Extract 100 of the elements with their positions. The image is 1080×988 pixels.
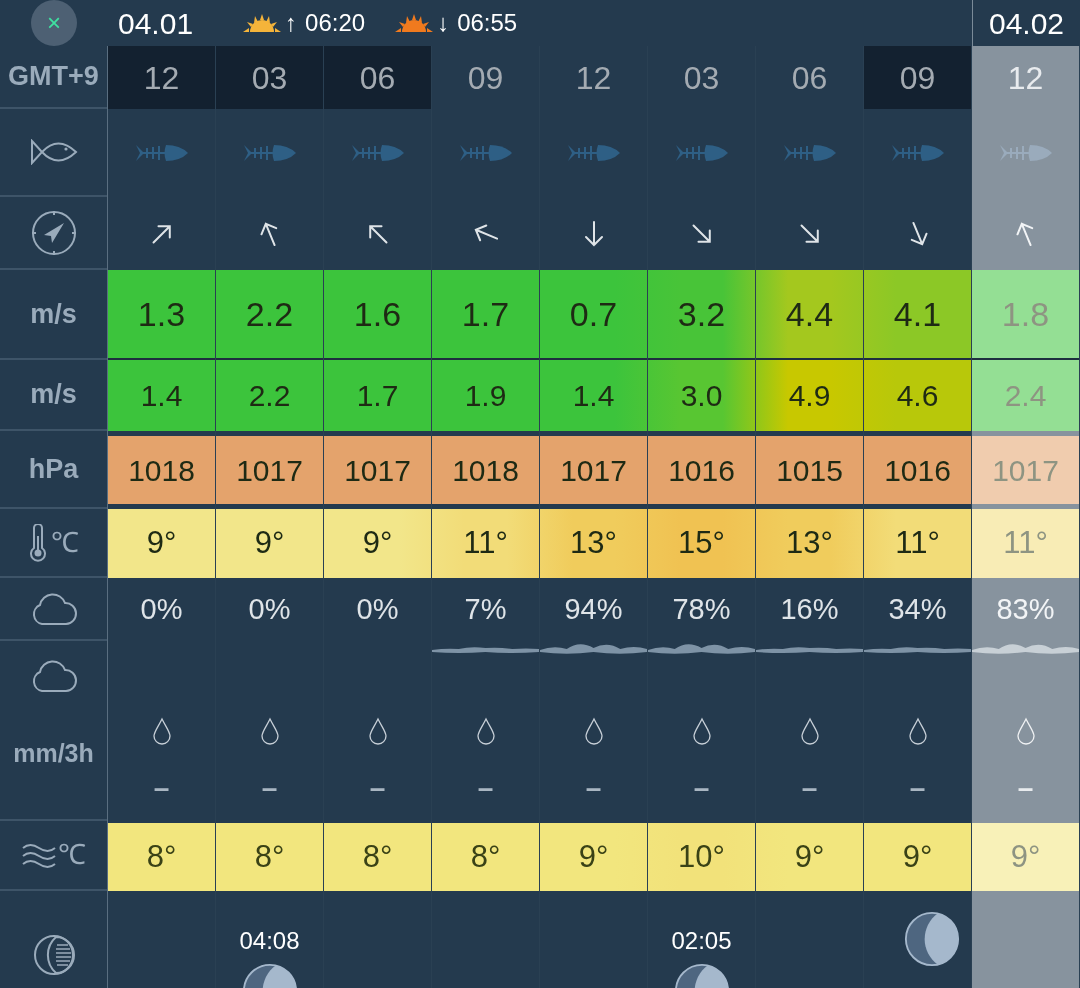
cloud-cover-cell-text: 7%: [463, 591, 508, 627]
wind-speed-cell: 2.2: [216, 270, 323, 360]
pressure-cell: 1017: [540, 436, 647, 504]
cloud-cover-cell-text: 94%: [563, 591, 624, 627]
compass-icon: [29, 208, 78, 257]
precipitation-value: –: [1017, 771, 1034, 805]
temperature-unit-label: ℃: [50, 525, 79, 560]
raindrop-icon: [583, 717, 604, 745]
wind-speed-cell: 1.7: [432, 270, 539, 360]
wind-speed-cell: 4.1: [864, 270, 971, 360]
wind-gust-cell: 2.2: [216, 360, 323, 431]
moon-phase-icon: [31, 933, 76, 977]
raindrop-icon: [691, 717, 712, 745]
water-temperature-cell: 9°: [540, 823, 647, 891]
close-button[interactable]: ×: [31, 0, 77, 46]
precipitation-unit-label: mm/3h: [13, 738, 94, 769]
cloud-cover-cell-text: 16%: [779, 591, 840, 627]
pressure-cell: 1018: [108, 436, 215, 504]
temperature-cell: 9°: [324, 509, 431, 578]
hour-cell: 09: [864, 46, 971, 109]
wind-gust-cell: 1.9: [432, 360, 539, 431]
water-temperature-cell: 8°: [324, 823, 431, 891]
fish-bone-icon: [891, 143, 944, 163]
fish-bone-icon: [459, 143, 512, 163]
water-temperature-cell: 8°: [108, 823, 215, 891]
raindrop-icon: [1015, 717, 1036, 745]
precipitation-value: –: [801, 771, 818, 805]
fish-bone-icon: [567, 143, 620, 163]
wind-gust-cell: 1.4: [108, 360, 215, 431]
water-temperature-cell: 10°: [648, 823, 755, 891]
wind-gust-cell: 1.4: [540, 360, 647, 431]
pressure-cell: 1017: [216, 436, 323, 504]
temperature-cell: 13°: [756, 509, 863, 578]
precipitation-value: –: [585, 771, 602, 805]
wind-speed-cell: 1.6: [324, 270, 431, 360]
sunset-time: 06:55: [457, 8, 518, 38]
wind-speed-cell: 0.7: [540, 270, 647, 360]
temperature-cell: 11°: [972, 509, 1079, 578]
precipitation-value: –: [369, 771, 386, 805]
fish-icon: [29, 139, 78, 165]
pressure-unit-label: hPa: [28, 452, 79, 486]
pressure-cell: 1018: [432, 436, 539, 504]
cloud-cover-cell-text: 83%: [995, 591, 1056, 627]
wind-gust-cell: 4.9: [756, 360, 863, 431]
raindrop-icon: [799, 717, 820, 745]
wind-unit-label: m/s: [30, 297, 77, 331]
fish-bone-icon: [243, 143, 296, 163]
wind-speed-cell: 1.8: [972, 270, 1079, 360]
water-temperature-unit-label: ℃: [57, 838, 86, 872]
temperature-cell: 15°: [648, 509, 755, 578]
raindrop-icon: [259, 717, 280, 745]
timezone-label: GMT+9: [8, 60, 99, 94]
precipitation-value: –: [153, 771, 170, 805]
fish-bone-icon: [675, 143, 728, 163]
temperature-cell: 13°: [540, 509, 647, 578]
wind-gust-cell: 2.4: [972, 360, 1079, 431]
temperature-cell: 9°: [216, 509, 323, 578]
date-label: 04.01: [118, 5, 194, 42]
precipitation-value: –: [477, 771, 494, 805]
pressure-cell: 1015: [756, 436, 863, 504]
cloud-cover-cell-text: 34%: [887, 591, 948, 627]
pressure-cell: 1016: [648, 436, 755, 504]
cloud-cover-cell-text: 0%: [247, 591, 292, 627]
sunrise-icon: [243, 14, 282, 32]
fish-bone-icon: [351, 143, 404, 163]
moonrise-time: 02:05: [671, 926, 732, 956]
sunrise-time: 06:20: [305, 8, 366, 38]
raindrop-icon: [907, 717, 928, 745]
wind-gust-cell: 3.0: [648, 360, 755, 431]
fish-bone-icon: [783, 143, 836, 163]
moonrise-time: 04:08: [239, 926, 300, 956]
water-temperature-cell: 9°: [864, 823, 971, 891]
fish-bone-icon: [999, 143, 1052, 163]
sunrise-arrow: ↑: [285, 8, 298, 38]
hour-cell: 03: [216, 46, 323, 109]
sunset-arrow: ↓: [437, 8, 450, 38]
water-temperature-cell: 8°: [216, 823, 323, 891]
raindrop-icon: [475, 717, 496, 745]
wind-speed-cell: 1.3: [108, 270, 215, 360]
thermometer-icon: [28, 523, 47, 562]
wind-gust-cell: 4.6: [864, 360, 971, 431]
wind-gust-cell: 1.7: [324, 360, 431, 431]
pressure-cell: 1017: [324, 436, 431, 504]
cloud-cover-cell-text: 0%: [139, 591, 184, 627]
hour-cell: 06: [324, 46, 431, 109]
gust-unit-label: m/s: [30, 378, 77, 412]
cloud-cover-cell-text: 0%: [355, 591, 400, 627]
temperature-cell: 11°: [864, 509, 971, 578]
water-temperature-cell: 8°: [432, 823, 539, 891]
raindrop-icon: [367, 717, 388, 745]
precipitation-value: –: [909, 771, 926, 805]
water-temperature-cell: 9°: [972, 823, 1079, 891]
moon-icon: [903, 911, 960, 967]
wind-speed-cell: 4.4: [756, 270, 863, 360]
temperature-cell: 9°: [108, 509, 215, 578]
precipitation-value: –: [261, 771, 278, 805]
precipitation-value: –: [693, 771, 710, 805]
pressure-cell: 1017: [972, 436, 1079, 504]
sunset-icon: [395, 14, 434, 32]
temperature-cell: 11°: [432, 509, 539, 578]
